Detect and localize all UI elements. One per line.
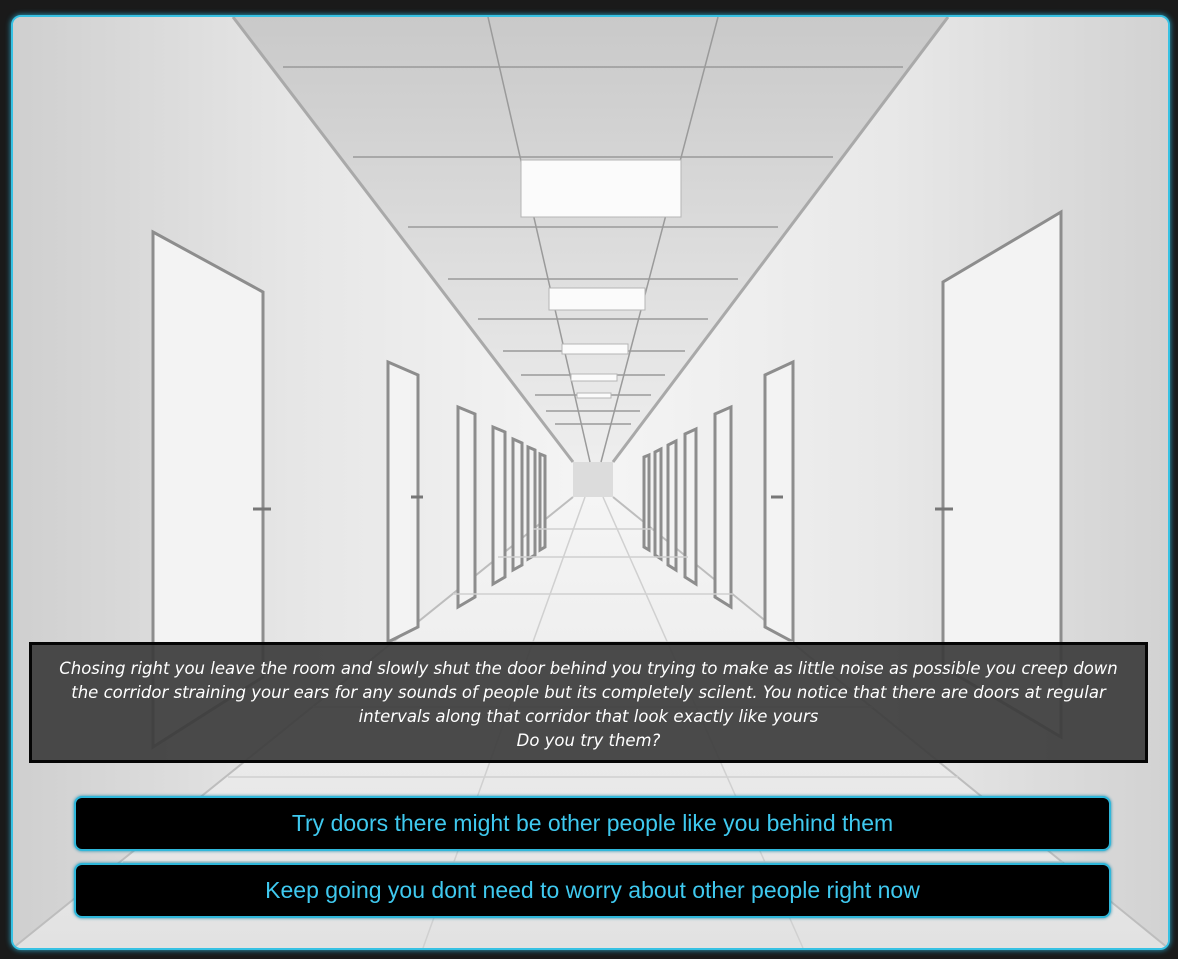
choice-button-keep-going[interactable]: Keep going you dont need to worry about … (74, 863, 1111, 918)
story-narration: Chosing right you leave the room and slo… (59, 659, 1118, 726)
story-text-box: Chosing right you leave the room and slo… (29, 642, 1148, 763)
choice-button-try-doors[interactable]: Try doors there might be other people li… (74, 796, 1111, 851)
game-frame: Chosing right you leave the room and slo… (11, 15, 1170, 950)
story-question: Do you try them? (516, 731, 661, 750)
